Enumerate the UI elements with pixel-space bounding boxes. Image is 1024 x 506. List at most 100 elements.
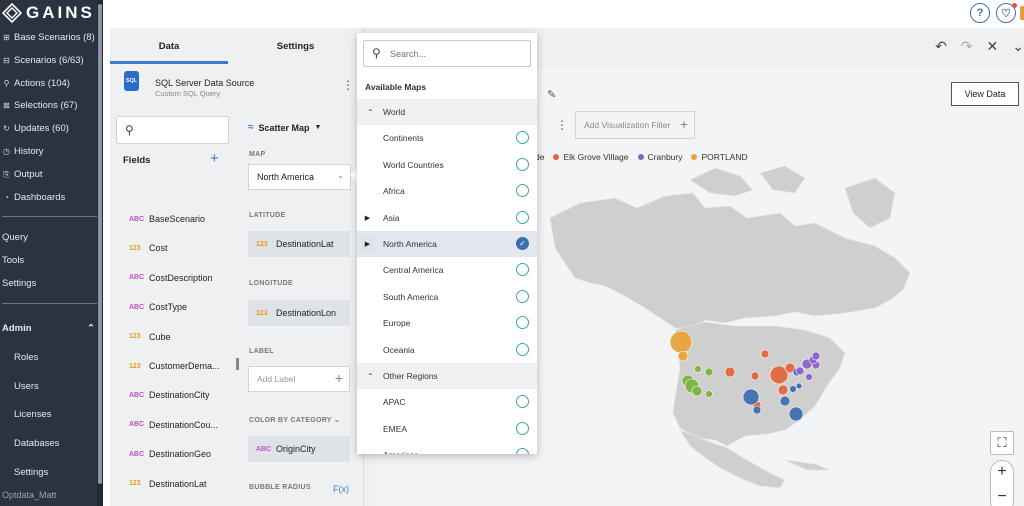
map-bubble[interactable] xyxy=(760,349,770,359)
map-bubble[interactable] xyxy=(752,405,762,415)
field-item[interactable]: ABC BaseScenario xyxy=(129,212,205,226)
map-option[interactable]: Europe xyxy=(357,310,537,336)
tab-settings[interactable]: Settings xyxy=(228,28,363,64)
map-option[interactable]: ▶ Asia xyxy=(357,205,537,231)
nav-item-actions[interactable]: ⚲ Actions (104) xyxy=(2,78,70,89)
nav-item-query[interactable]: Query xyxy=(2,232,28,243)
field-item[interactable]: ABC CostDescription xyxy=(129,271,213,285)
data-source-card[interactable]: SQL SQL Server Data Source Custom SQL Qu… xyxy=(110,66,363,98)
admin-item-settings[interactable]: Settings xyxy=(14,467,48,478)
formula-button[interactable]: F(x) xyxy=(333,484,349,494)
map-option[interactable]: ▶ North America ✓ xyxy=(357,231,537,257)
field-item[interactable]: 123 CustomerDema... xyxy=(129,359,220,373)
gains-logo[interactable]: GAINS xyxy=(2,2,95,24)
nav-item-selections[interactable]: ⊠ Selections (67) xyxy=(2,100,77,111)
latitude-field-pill[interactable]: 123 DestinationLat xyxy=(248,231,350,257)
longitude-field-pill[interactable]: 123 DestinationLon xyxy=(248,300,350,326)
map-option[interactable]: Central America xyxy=(357,257,537,283)
user-avatar-edge[interactable] xyxy=(1020,6,1024,20)
map-bubble[interactable] xyxy=(694,365,702,373)
undo-icon[interactable]: ↶ xyxy=(935,38,947,55)
map-bubble[interactable] xyxy=(788,406,804,422)
nav-item-updates[interactable]: ↻ Updates (60) xyxy=(2,123,69,134)
admin-item-roles[interactable]: Roles xyxy=(14,352,38,363)
map-bubble[interactable] xyxy=(795,382,803,390)
radio-icon[interactable] xyxy=(516,448,529,454)
radio-icon[interactable] xyxy=(516,316,529,330)
nav-item-settings[interactable]: Settings xyxy=(2,278,36,289)
maps-search-field[interactable]: ⚲ xyxy=(363,40,531,67)
add-label-input[interactable]: Add Label + xyxy=(248,366,350,392)
tab-data[interactable]: Data xyxy=(110,28,228,64)
nav-item-history[interactable]: ◷ History xyxy=(2,146,44,157)
add-field-icon[interactable]: + xyxy=(210,150,219,167)
radio-icon[interactable] xyxy=(516,131,529,145)
chevron-down-icon[interactable]: ⌄ xyxy=(1012,38,1024,55)
map-bubble[interactable] xyxy=(724,366,736,378)
map-option[interactable]: Oceania xyxy=(357,337,537,363)
nav-item-scenarios[interactable]: ⊟ Scenarios (6/63) xyxy=(2,55,84,66)
map-bubble[interactable] xyxy=(669,330,693,354)
map-option[interactable]: Americas xyxy=(357,442,537,454)
map-option[interactable]: Africa xyxy=(357,178,537,204)
color-field-pill[interactable]: ABC OriginCity xyxy=(248,436,350,462)
zoom-out-icon[interactable]: − xyxy=(991,488,1013,506)
radio-icon[interactable] xyxy=(516,421,529,435)
nav-item-dashboards[interactable]: ◔ Dashboards xyxy=(2,192,65,203)
radio-icon[interactable] xyxy=(516,395,529,409)
map-bubble[interactable] xyxy=(704,367,714,377)
map-bubble[interactable] xyxy=(750,371,760,381)
nav-item-base[interactable]: ⊞ Base Scenarios (8) xyxy=(2,32,95,43)
viz-type-selector[interactable]: ≈ Scatter Map ▼ xyxy=(248,122,321,133)
map-bubble[interactable] xyxy=(691,385,703,397)
field-item[interactable]: ABC DestinationGeo xyxy=(129,447,211,461)
close-icon[interactable]: ✕ xyxy=(987,38,999,55)
map-bubble[interactable] xyxy=(811,351,821,361)
field-item[interactable]: ABC DestinationCou... xyxy=(129,418,218,432)
map-bubble[interactable] xyxy=(789,385,797,393)
field-item[interactable]: ABC CostType xyxy=(129,300,187,314)
admin-item-licenses[interactable]: Licenses xyxy=(14,409,52,420)
field-item[interactable]: 123 DestinationLat xyxy=(129,477,207,491)
radio-icon[interactable] xyxy=(516,289,529,303)
radio-icon[interactable] xyxy=(516,342,529,356)
map-select[interactable]: North America ⌄ xyxy=(248,164,351,190)
map-option[interactable]: Continents xyxy=(357,125,537,151)
map-bubble[interactable] xyxy=(777,384,789,396)
radio-icon[interactable] xyxy=(516,157,529,171)
map-option[interactable]: APAC xyxy=(357,389,537,415)
expand-arrow-icon[interactable]: ▶ xyxy=(360,210,375,226)
zoom-in-icon[interactable]: + xyxy=(991,463,1013,481)
fields-search-input[interactable]: ⚲ xyxy=(116,116,229,144)
redo-icon[interactable]: ↷ xyxy=(961,38,973,55)
map-group-header[interactable]: ⌃ World xyxy=(357,99,537,125)
nav-item-tools[interactable]: Tools xyxy=(2,255,24,266)
map-bubble[interactable] xyxy=(795,366,805,376)
nav-scrollbar-thumb[interactable] xyxy=(98,4,102,484)
radio-icon[interactable] xyxy=(516,210,529,224)
admin-item-users[interactable]: Users xyxy=(14,381,39,392)
map-bubble[interactable] xyxy=(705,390,713,398)
maps-search-input[interactable] xyxy=(390,45,525,63)
expand-arrow-icon[interactable]: ▶ xyxy=(360,236,375,252)
radio-icon[interactable] xyxy=(516,263,529,277)
nav-scrollbar[interactable] xyxy=(97,0,103,506)
map-bubble[interactable] xyxy=(742,388,760,406)
notifications-bell-icon[interactable]: ♡ xyxy=(996,3,1017,23)
nav-admin-section[interactable]: Admin ⌃ xyxy=(2,323,95,334)
radio-checked-icon[interactable]: ✓ xyxy=(516,237,529,250)
map-option[interactable]: South America xyxy=(357,284,537,310)
admin-item-databases[interactable]: Databases xyxy=(14,438,59,449)
field-item[interactable]: ABC DestinationCity xyxy=(129,388,210,402)
map-option[interactable]: EMEA xyxy=(357,416,537,442)
color-by-category-label[interactable]: COLOR BY CATEGORY ⌄ xyxy=(249,416,340,424)
more-options-icon[interactable]: ⋮ xyxy=(342,78,354,92)
map-option[interactable]: World Countries xyxy=(357,152,537,178)
map-bubble[interactable] xyxy=(805,373,813,381)
field-item[interactable]: 123 Cost xyxy=(129,241,168,255)
field-item[interactable]: 123 Cube xyxy=(129,330,171,344)
map-group-header[interactable]: ⌃ Other Regions xyxy=(357,363,537,389)
nav-item-output[interactable]: ⎘ Output xyxy=(2,169,42,180)
help-icon[interactable]: ? xyxy=(970,3,990,23)
map-bubble[interactable] xyxy=(779,395,791,407)
